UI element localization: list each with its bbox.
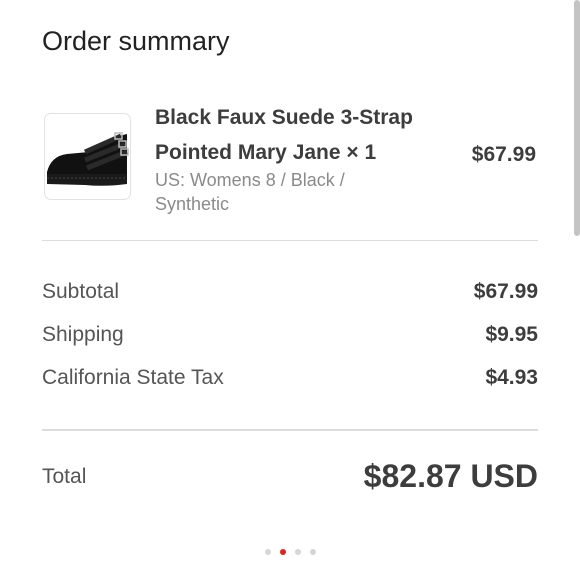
shipping-label: Shipping — [42, 323, 124, 346]
scrollbar[interactable] — [574, 0, 580, 236]
total-row: Total $82.87 USD — [42, 458, 538, 495]
black-mary-jane-shoe-icon — [47, 132, 129, 186]
page-dot[interactable] — [264, 549, 271, 555]
tax-row: California State Tax $4.93 — [42, 366, 538, 390]
subtotal-row: Subtotal $67.99 — [42, 280, 538, 304]
divider — [42, 240, 538, 241]
subtotal-label: Subtotal — [42, 280, 120, 303]
order-summary-title: Order summary — [42, 26, 230, 56]
subtotal-value: $67.99 — [473, 280, 538, 303]
page-dot[interactable] — [279, 549, 286, 555]
product-name: Black Faux Suede 3-Strap Pointed Mary Ja… — [155, 106, 413, 164]
page-indicator[interactable] — [0, 549, 580, 555]
total-value: $82.87 USD — [363, 458, 538, 494]
shipping-row: Shipping $9.95 — [42, 323, 538, 347]
page-dot[interactable] — [309, 549, 316, 555]
tax-label: California State Tax — [42, 366, 224, 389]
divider — [42, 429, 538, 431]
product-variant: US: Womens 8 / Black / Synthetic — [155, 170, 345, 214]
page-dot[interactable] — [294, 549, 301, 555]
shipping-value: $9.95 — [485, 323, 538, 346]
product-price: $67.99 — [471, 143, 536, 166]
product-image — [44, 113, 131, 200]
total-label: Total — [42, 464, 87, 488]
tax-value: $4.93 — [485, 366, 538, 389]
